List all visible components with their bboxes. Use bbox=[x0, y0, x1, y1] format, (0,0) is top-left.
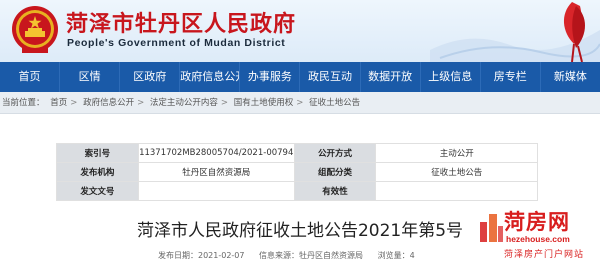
breadcrumb-item-home[interactable]: 首页 bbox=[50, 98, 67, 108]
table-row: 索引号 11371702MB28005704/2021-00794 公开方式 主… bbox=[56, 143, 538, 163]
site-title[interactable]: 菏泽市牡丹区人民政府 bbox=[66, 6, 296, 38]
site-header: 菏泽市牡丹区人民政府 People's Government of Mudan … bbox=[0, 0, 600, 62]
house-logo-icon bbox=[480, 214, 503, 242]
table-row: 发文文号 有效性 bbox=[56, 181, 538, 201]
national-emblem-icon bbox=[12, 6, 58, 53]
meta-key-document-number: 发文文号 bbox=[56, 181, 139, 201]
meta-key-disclosure-method: 公开方式 bbox=[293, 143, 377, 163]
nav-item-services[interactable]: 办事服务 bbox=[240, 62, 301, 92]
breadcrumb-item-statutory[interactable]: 法定主动公开内容 bbox=[150, 98, 218, 108]
meta-value-validity bbox=[375, 181, 538, 201]
view-count-value: 4 bbox=[409, 251, 415, 260]
breadcrumb-item-disclosure[interactable]: 政府信息公开 bbox=[83, 98, 134, 108]
meta-value-disclosure-method: 主动公开 bbox=[375, 143, 538, 163]
meta-value-category: 征收土地公告 bbox=[375, 162, 538, 182]
meta-key-category: 组配分类 bbox=[293, 162, 377, 182]
breadcrumb-separator: > bbox=[220, 98, 229, 108]
breadcrumb-item-land-use-right[interactable]: 国有土地使用权 bbox=[234, 98, 294, 108]
nav-item-open-data[interactable]: 数据开放 bbox=[361, 62, 421, 92]
document-meta-table: 索引号 11371702MB28005704/2021-00794 公开方式 主… bbox=[56, 143, 538, 201]
breadcrumb: 当前位置： 首页 > 政府信息公开 > 法定主动公开内容 > 国有土地使用权 > 征收土… bbox=[2, 96, 363, 108]
watermark-brand: 菏房网 bbox=[504, 210, 570, 234]
nav-item-new-media[interactable]: 新媒体 bbox=[541, 62, 600, 92]
nav-item-district-government[interactable]: 区政府 bbox=[120, 62, 181, 92]
view-count: 浏览量：4 bbox=[378, 251, 415, 260]
info-source: 信息来源：牡丹区自然资源局 bbox=[259, 251, 364, 260]
watermark-url: hezehouse.com bbox=[506, 234, 570, 244]
meta-value-publisher: 牡丹区自然资源局 bbox=[137, 162, 295, 182]
nav-item-special-column[interactable]: 房专栏 bbox=[481, 62, 541, 92]
nav-item-interaction[interactable]: 政民互动 bbox=[300, 62, 361, 92]
breadcrumb-separator: > bbox=[70, 98, 78, 108]
meta-value-document-number bbox=[137, 181, 295, 201]
meta-key-validity: 有效性 bbox=[293, 181, 377, 201]
meta-key-publisher: 发布机构 bbox=[56, 162, 139, 182]
site-title-english: People's Government of Mudan District bbox=[67, 37, 286, 49]
article-info: 发布日期：2021-02-07 信息来源：牡丹区自然资源局 浏览量：4 bbox=[158, 250, 427, 261]
breadcrumb-separator: > bbox=[137, 98, 145, 108]
breadcrumb-item-land-notice[interactable]: 征收土地公告 bbox=[309, 98, 360, 108]
watermark: 菏房网 hezehouse.com 菏泽房产门户网站 bbox=[476, 204, 600, 264]
nav-item-superior-info[interactable]: 上级信息 bbox=[421, 62, 481, 92]
publish-date: 发布日期：2021-02-07 bbox=[158, 251, 245, 260]
watermark-subtitle: 菏泽房产门户网站 bbox=[504, 250, 585, 260]
meta-key-index: 索引号 bbox=[56, 143, 139, 163]
nav-item-district-info[interactable]: 区情 bbox=[60, 62, 121, 92]
header-decoration-icon bbox=[430, 2, 600, 62]
nav-item-home[interactable]: 首页 bbox=[0, 62, 61, 92]
table-row: 发布机构 牡丹区自然资源局 组配分类 征收土地公告 bbox=[56, 162, 538, 182]
main-nav: 首页 区情 区政府 政府信息公开 办事服务 政民互动 数据开放 上级信息 房专栏… bbox=[0, 62, 600, 92]
meta-value-index: 11371702MB28005704/2021-00794 bbox=[137, 143, 295, 163]
breadcrumb-prefix: 当前位置： bbox=[2, 98, 45, 108]
view-count-label: 浏览量： bbox=[377, 251, 410, 260]
breadcrumb-bar: 当前位置： 首页 > 政府信息公开 > 法定主动公开内容 > 国有土地使用权 > 征收土… bbox=[0, 92, 600, 114]
nav-item-gov-info-disclosure[interactable]: 政府信息公开 bbox=[180, 62, 241, 92]
breadcrumb-separator: > bbox=[296, 98, 304, 108]
